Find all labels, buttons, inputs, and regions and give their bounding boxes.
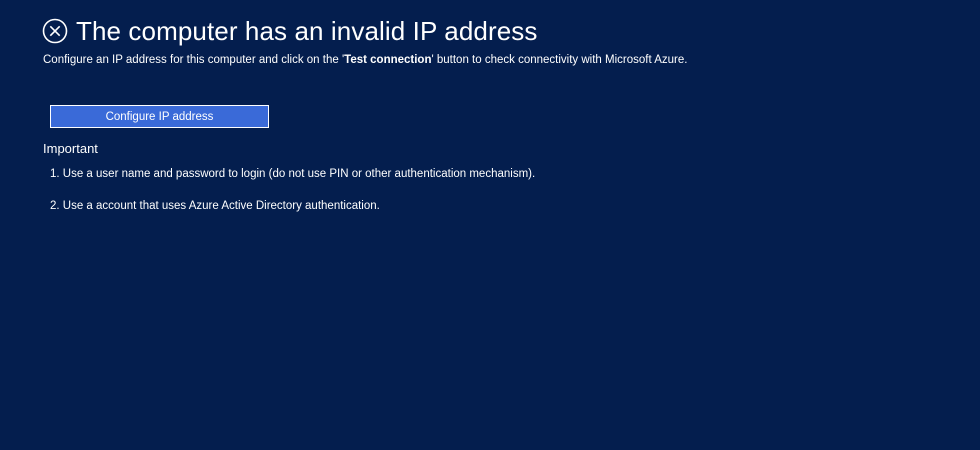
important-list: 1. Use a user name and password to login… <box>50 167 535 231</box>
error-circle-x-icon <box>42 18 68 44</box>
invalid-ip-page: The computer has an invalid IP address C… <box>0 0 980 450</box>
page-title: The computer has an invalid IP address <box>76 16 538 46</box>
important-heading: Important <box>43 141 98 156</box>
subtitle-text-before: Configure an IP address for this compute… <box>43 54 345 66</box>
configure-ip-address-button[interactable]: Configure IP address <box>50 105 269 128</box>
subtitle-text-after: ' button to check connectivity with Micr… <box>431 54 688 66</box>
important-item: 1. Use a user name and password to login… <box>50 168 536 180</box>
important-item: 2. Use a account that uses Azure Active … <box>50 200 380 212</box>
page-subtitle: Configure an IP address for this compute… <box>43 53 687 67</box>
subtitle-test-connection-text: Test connection <box>344 54 432 66</box>
title-row: The computer has an invalid IP address <box>42 14 537 48</box>
